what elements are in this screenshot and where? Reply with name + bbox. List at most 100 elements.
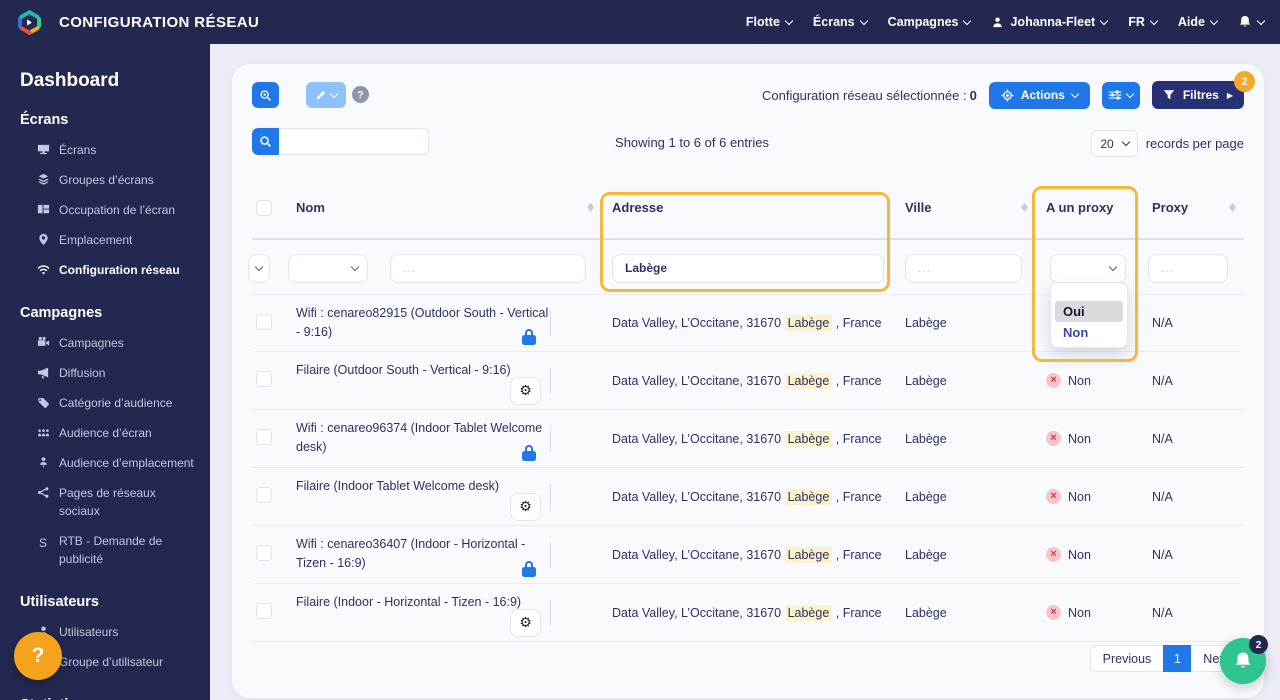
sidebar-item-emplacement[interactable]: Emplacement xyxy=(20,225,198,255)
address-suffix: , France xyxy=(832,431,882,446)
sort-icon[interactable]: ◆ xyxy=(1021,201,1028,215)
nom-filter-input[interactable] xyxy=(390,253,586,283)
selected-count-text: Configuration réseau sélectionnée :0 xyxy=(762,88,977,103)
sidebar-item-audience-d-emplacement[interactable]: Audience d’emplacement xyxy=(20,448,198,478)
lock-icon xyxy=(522,445,536,461)
sidebar-item--crans[interactable]: Écrans xyxy=(20,135,198,165)
app-logo-icon xyxy=(16,9,43,36)
sidebar-item-diffusion[interactable]: Diffusion xyxy=(20,358,198,388)
proxy-filter-input[interactable] xyxy=(1148,253,1228,283)
ville-filter-input[interactable] xyxy=(905,253,1022,283)
sidebar-item-occupation-de-l-cran[interactable]: Occupation de l’écran xyxy=(20,195,198,225)
nav-item-johanna-fleet[interactable]: Johanna-Fleet xyxy=(991,15,1109,29)
sidebar-item-groupes-d-crans[interactable]: Groupes d’écrans xyxy=(20,165,198,195)
column-label: Proxy xyxy=(1152,200,1189,215)
sidebar-item-cat-gorie-d-audience[interactable]: Catégorie d’audience xyxy=(20,388,198,418)
layout-icon xyxy=(36,203,50,216)
row-ville: Labège xyxy=(905,547,947,562)
has-proxy-label: Non xyxy=(1068,489,1091,504)
app-title: CONFIGURATION RÉSEAU xyxy=(59,13,260,31)
row-checkbox[interactable] xyxy=(256,487,272,503)
dropdown-option-blank[interactable] xyxy=(1055,287,1123,301)
sidebar-item-dashboard[interactable]: Dashboard xyxy=(20,70,198,92)
current-page-button[interactable]: 1 xyxy=(1163,645,1192,672)
sidebar-item-label: Audience d’emplacement xyxy=(59,456,194,470)
table-header: Nom ◆ Adresse Ville ◆ A un proxy Proxy ◆ xyxy=(252,186,1244,240)
nav-item-campagnes[interactable]: Campagnes xyxy=(888,15,972,29)
column-label: Nom xyxy=(296,200,325,215)
row-checkbox[interactable] xyxy=(256,429,272,445)
address-prefix: Data Valley, L’Occitane, 31670 xyxy=(612,373,785,388)
actions-button[interactable]: Actions xyxy=(988,81,1090,109)
lock-icon xyxy=(522,329,536,345)
nav-item-label: Écrans xyxy=(812,15,855,29)
main-panel: ? Configuration réseau sélectionnée :0 A… xyxy=(232,64,1264,698)
notifications-fab-button[interactable]: 2 xyxy=(1220,635,1268,684)
column-label: A un proxy xyxy=(1046,200,1114,215)
row-checkbox[interactable] xyxy=(256,313,272,330)
sidebar-item-rtb-demande-de-publicit-[interactable]: S RTB - Demande de publicité xyxy=(20,526,198,574)
selected-label: Configuration réseau sélectionnée : xyxy=(762,87,967,103)
help-fab-button[interactable]: ? xyxy=(14,632,62,680)
row-name: Wifi : cenareo36407 (Indoor - Horizontal… xyxy=(296,537,526,571)
sort-icon[interactable]: ◆ xyxy=(1229,201,1236,215)
adresse-filter-input[interactable] xyxy=(612,253,884,283)
column-header-ville: Ville ◆ xyxy=(905,200,1046,215)
search-button[interactable] xyxy=(252,128,279,155)
dropdown-option-non[interactable]: Non xyxy=(1055,322,1123,343)
selected-count: 0 xyxy=(969,87,977,103)
top-navbar: CONFIGURATION RÉSEAU Flotte Écrans Campagn… xyxy=(0,0,1280,44)
nav-item-aide[interactable]: Aide xyxy=(1178,15,1219,29)
row-address: Data Valley, L’Occitane, 31670 Labège , … xyxy=(612,546,905,563)
pencil-icon xyxy=(315,89,327,101)
cell-divider xyxy=(550,425,551,452)
columns-settings-button[interactable] xyxy=(1101,81,1140,109)
edit-dropdown-button[interactable] xyxy=(306,82,346,108)
nav-item-label: Flotte xyxy=(745,15,780,29)
bulk-filter-select[interactable] xyxy=(248,253,270,283)
help-hint-button[interactable]: ? xyxy=(352,86,369,103)
pin-icon xyxy=(36,233,50,246)
nav-item-fr[interactable]: FR xyxy=(1128,15,1159,29)
address-suffix: , France xyxy=(832,316,882,330)
layers-icon xyxy=(36,173,50,186)
page-size-select[interactable]: 20 xyxy=(1091,130,1138,157)
previous-page-button[interactable]: Previous xyxy=(1089,645,1164,672)
sidebar-item-campagnes[interactable]: Campagnes xyxy=(20,328,198,358)
gear-button[interactable]: ⚙ xyxy=(510,493,541,521)
has-proxy-label: Non xyxy=(1068,605,1091,620)
sidebar-item-configuration-r-seau[interactable]: Configuration réseau xyxy=(20,255,198,285)
filters-button[interactable]: Filtres ▶ 2 xyxy=(1151,71,1255,109)
nav-item--crans[interactable]: Écrans xyxy=(812,15,868,29)
chevron-down-icon xyxy=(1209,16,1219,25)
row-checkbox[interactable] xyxy=(256,545,272,561)
x-circle-icon: × xyxy=(1046,489,1061,504)
column-header-a-un-proxy: A un proxy xyxy=(1046,200,1152,215)
address-prefix: Data Valley, L’Occitane, 31670 xyxy=(612,316,785,330)
select-all-checkbox[interactable] xyxy=(256,200,272,216)
monitor-icon xyxy=(36,143,50,156)
gear-button[interactable]: ⚙ xyxy=(510,377,541,405)
nom-type-filter-select[interactable] xyxy=(288,253,368,283)
navbar-menu: Flotte Écrans Campagnes Johanna-Fleet FR Aide xyxy=(745,15,1219,29)
sort-icon[interactable]: ◆ xyxy=(587,201,594,215)
address-suffix: , France xyxy=(832,605,882,620)
sidebar-item-audience-d-cran[interactable]: Audience d’écran xyxy=(20,418,198,448)
proxy-flag-filter-select[interactable] xyxy=(1050,253,1126,283)
row-address: Data Valley, L’Occitane, 31670 Labège , … xyxy=(612,430,905,447)
gear-button[interactable]: ⚙ xyxy=(510,609,541,637)
chevron-down-icon xyxy=(1149,16,1159,25)
navbar-notifications[interactable] xyxy=(1238,15,1266,29)
row-checkbox[interactable] xyxy=(256,371,272,387)
sidebar-item-pages-de-r-seaux-sociaux[interactable]: Pages de réseaux sociaux xyxy=(20,478,198,526)
x-circle-icon: × xyxy=(1046,431,1061,446)
showing-entries-text: Showing 1 to 6 of 6 entries xyxy=(615,135,769,150)
zoom-search-button[interactable] xyxy=(252,82,279,108)
dropdown-option-oui[interactable]: Oui xyxy=(1055,301,1123,322)
row-checkbox[interactable] xyxy=(256,603,272,619)
nav-item-flotte[interactable]: Flotte xyxy=(745,15,794,29)
address-highlight: Labège xyxy=(784,488,833,505)
x-circle-icon: × xyxy=(1046,547,1061,562)
row-ville: Labège xyxy=(905,316,947,330)
search-input[interactable] xyxy=(279,128,429,155)
